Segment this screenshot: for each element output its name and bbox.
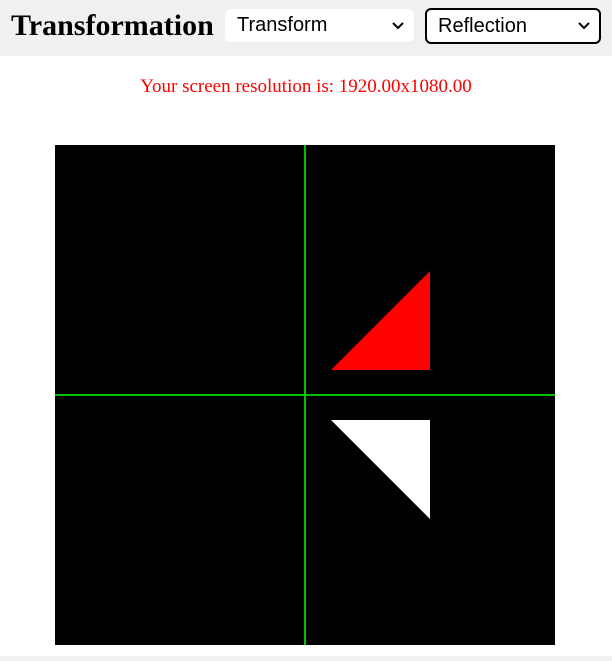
transform-select[interactable]: Transform: [225, 9, 414, 42]
transform-select-value: Transform: [237, 14, 328, 36]
resolution-status: Your screen resolution is: 1920.00x1080.…: [140, 76, 472, 97]
footer-bar: [0, 656, 612, 661]
canvas-svg: [55, 145, 555, 645]
mode-select[interactable]: Reflection: [425, 8, 601, 44]
drawing-canvas[interactable]: [55, 145, 555, 645]
chevron-down-icon: [392, 10, 404, 41]
header-bar: Transformation Transform Reflection: [0, 0, 612, 56]
mode-select-value: Reflection: [438, 15, 527, 37]
app-title: Transformation: [11, 9, 214, 42]
chevron-down-icon: [578, 10, 590, 42]
